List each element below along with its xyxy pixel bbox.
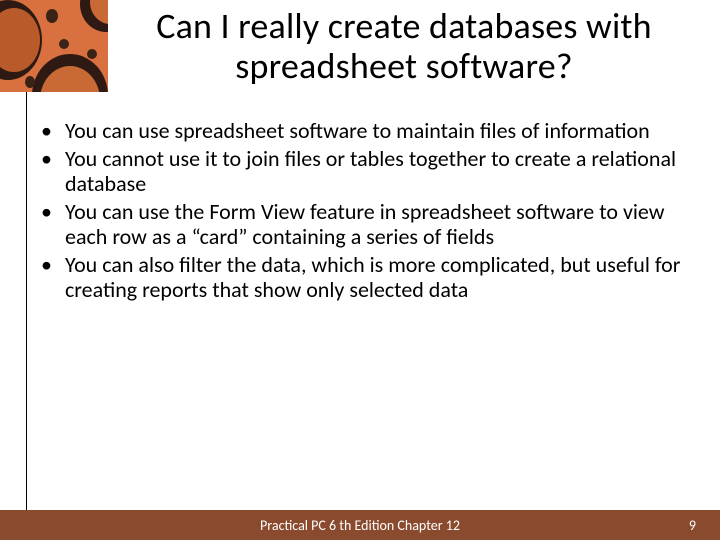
footer-page-number: 9: [689, 517, 696, 534]
bullet-item: You can use the Form View feature in spr…: [35, 199, 690, 250]
slide-footer: Practical PC 6 th Edition Chapter 12 9: [0, 510, 720, 540]
bullet-item: You can also filter the data, which is m…: [35, 252, 690, 303]
bullet-item: You cannot use it to join files or table…: [35, 146, 690, 197]
slide-body: You can use spreadsheet software to main…: [35, 118, 690, 305]
slide-title: Can I really create databases with sprea…: [110, 6, 698, 87]
slide: Can I really create databases with sprea…: [0, 0, 720, 540]
bullet-item: You can use spreadsheet software to main…: [35, 118, 690, 144]
bullet-list: You can use spreadsheet software to main…: [35, 118, 690, 303]
footer-text: Practical PC 6 th Edition Chapter 12: [0, 517, 720, 534]
corner-image: [0, 0, 108, 92]
vertical-divider: [26, 92, 27, 510]
